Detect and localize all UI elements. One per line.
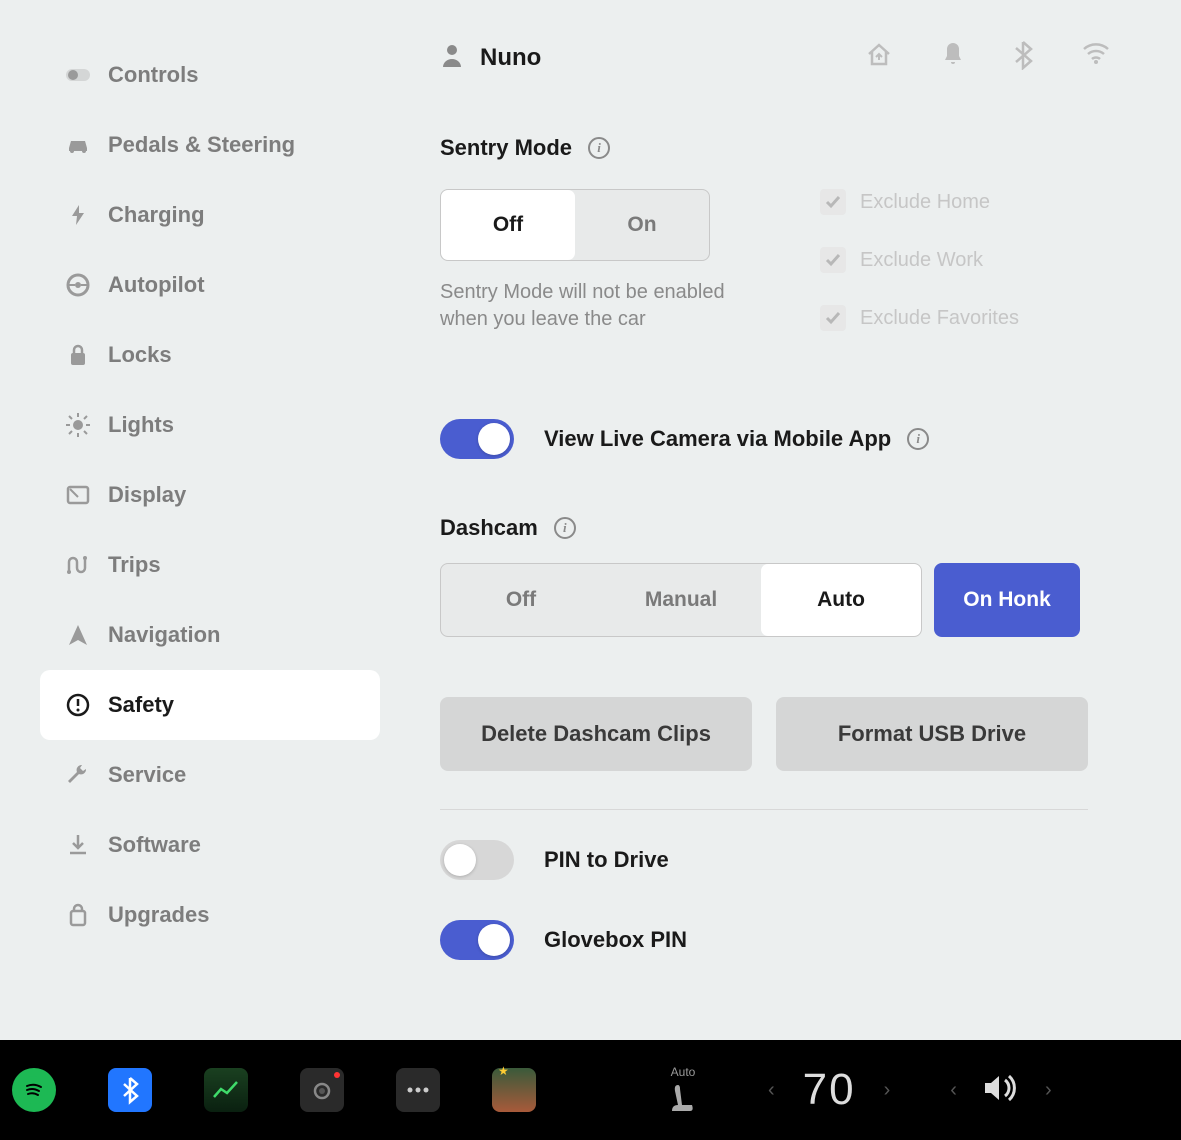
dashcam-actions: Delete Dashcam Clips Format USB Drive xyxy=(440,697,1141,771)
sentry-mode-title: Sentry Mode i xyxy=(440,135,1141,161)
volume-control: ‹ › xyxy=(950,1072,1051,1109)
sidebar-item-display[interactable]: Display xyxy=(40,460,380,530)
bell-icon[interactable] xyxy=(941,40,965,75)
sidebar-item-upgrades[interactable]: Upgrades xyxy=(40,880,380,950)
sidebar-item-safety[interactable]: Safety xyxy=(40,670,380,740)
wifi-icon[interactable] xyxy=(1081,40,1111,75)
sidebar-item-label: Lights xyxy=(108,412,174,438)
homelink-icon[interactable] xyxy=(865,40,893,75)
sentry-off-button[interactable]: Off xyxy=(441,190,575,260)
sidebar-item-lights[interactable]: Lights xyxy=(40,390,380,460)
bluetooth-app-icon[interactable] xyxy=(108,1068,152,1112)
header-row: Nuno xyxy=(440,40,1141,75)
glovebox-pin-row: Glovebox PIN xyxy=(440,920,1141,960)
lock-icon xyxy=(62,343,94,367)
pin-to-drive-toggle[interactable] xyxy=(440,840,514,880)
bolt-icon xyxy=(62,203,94,227)
sidebar-item-label: Software xyxy=(108,832,201,858)
delete-dashcam-button[interactable]: Delete Dashcam Clips xyxy=(440,697,752,771)
volume-down-button[interactable]: ‹ xyxy=(950,1079,957,1102)
divider xyxy=(440,809,1088,810)
sidebar-item-label: Safety xyxy=(108,692,174,718)
seat-icon xyxy=(668,1081,698,1115)
car-icon xyxy=(62,136,94,154)
download-icon xyxy=(62,833,94,857)
glovebox-pin-toggle[interactable] xyxy=(440,920,514,960)
sidebar-item-charging[interactable]: Charging xyxy=(40,180,380,250)
bluetooth-icon[interactable] xyxy=(1013,40,1033,75)
trips-icon xyxy=(62,554,94,576)
sidebar-item-service[interactable]: Service xyxy=(40,740,380,810)
info-icon[interactable]: i xyxy=(554,517,576,539)
exclude-home-checkbox[interactable]: Exclude Home xyxy=(820,189,1019,215)
nav-icon xyxy=(62,623,94,647)
sidebar-item-label: Upgrades xyxy=(108,902,209,928)
more-apps-icon[interactable] xyxy=(396,1068,440,1112)
camera-app-icon[interactable] xyxy=(300,1068,344,1112)
toybox-app-icon[interactable] xyxy=(492,1068,536,1112)
check-icon xyxy=(820,305,846,331)
display-icon xyxy=(62,485,94,505)
dashcam-manual-button[interactable]: Manual xyxy=(601,564,761,636)
speaker-icon[interactable] xyxy=(981,1072,1021,1109)
seat-heater-button[interactable]: Auto xyxy=(668,1065,698,1115)
exclude-favorites-checkbox[interactable]: Exclude Favorites xyxy=(820,305,1019,331)
sidebar-item-label: Service xyxy=(108,762,186,788)
sidebar-item-label: Autopilot xyxy=(108,272,205,298)
sidebar: Controls Pedals & Steering Charging Auto… xyxy=(40,30,380,1040)
dashcam-title: Dashcam i xyxy=(440,515,1141,541)
sidebar-item-trips[interactable]: Trips xyxy=(40,530,380,600)
volume-up-button[interactable]: › xyxy=(1045,1079,1052,1102)
sidebar-item-software[interactable]: Software xyxy=(40,810,380,880)
sidebar-item-locks[interactable]: Locks xyxy=(40,320,380,390)
sentry-on-button[interactable]: On xyxy=(575,190,709,260)
sidebar-item-label: Locks xyxy=(108,342,172,368)
temperature-value[interactable]: 70 xyxy=(803,1065,856,1115)
sidebar-item-pedals-steering[interactable]: Pedals & Steering xyxy=(40,110,380,180)
dashcam-on-honk-button[interactable]: On Honk xyxy=(934,563,1080,637)
info-icon[interactable]: i xyxy=(588,137,610,159)
bag-icon xyxy=(62,903,94,927)
exclude-work-checkbox[interactable]: Exclude Work xyxy=(820,247,1019,273)
check-icon xyxy=(820,189,846,215)
sidebar-item-navigation[interactable]: Navigation xyxy=(40,600,380,670)
pin-to-drive-row: PIN to Drive xyxy=(440,840,1141,880)
sidebar-item-autopilot[interactable]: Autopilot xyxy=(40,250,380,320)
sidebar-item-label: Trips xyxy=(108,552,161,578)
wrench-icon xyxy=(62,763,94,787)
sidebar-item-label: Charging xyxy=(108,202,205,228)
toggle-icon xyxy=(62,66,94,84)
dashcam-segment-row: Off Manual Auto On Honk xyxy=(440,563,1141,637)
sentry-mode-segment: Off On xyxy=(440,189,710,261)
sidebar-item-label: Controls xyxy=(108,62,198,88)
live-camera-row: View Live Camera via Mobile App i xyxy=(440,419,1141,459)
live-camera-toggle[interactable] xyxy=(440,419,514,459)
light-icon xyxy=(62,412,94,438)
sidebar-item-label: Navigation xyxy=(108,622,220,648)
profile-name: Nuno xyxy=(480,44,541,72)
sidebar-item-controls[interactable]: Controls xyxy=(40,40,380,110)
sentry-note: Sentry Mode will not be enabled when you… xyxy=(440,279,750,333)
temperature-control: ‹ 70 › xyxy=(768,1065,890,1115)
temp-up-button[interactable]: › xyxy=(884,1079,891,1102)
dashcam-segment: Off Manual Auto xyxy=(440,563,922,637)
header-icons xyxy=(865,40,1111,75)
alert-icon xyxy=(62,693,94,717)
profile-button[interactable]: Nuno xyxy=(440,42,541,73)
check-icon xyxy=(820,247,846,273)
spotify-app-icon[interactable] xyxy=(12,1068,56,1112)
sentry-exclude-list: Exclude Home Exclude Work Exclude Favori… xyxy=(820,189,1019,363)
temp-down-button[interactable]: ‹ xyxy=(768,1079,775,1102)
dashcam-auto-button[interactable]: Auto xyxy=(761,564,921,636)
wheel-icon xyxy=(62,273,94,297)
person-icon xyxy=(440,42,464,73)
content: Nuno Sentry Mode i xyxy=(380,30,1141,1040)
dashcam-off-button[interactable]: Off xyxy=(441,564,601,636)
info-icon[interactable]: i xyxy=(907,428,929,450)
format-usb-button[interactable]: Format USB Drive xyxy=(776,697,1088,771)
sidebar-item-label: Pedals & Steering xyxy=(108,132,295,158)
bottom-bar: Auto ‹ 70 › ‹ › xyxy=(0,1040,1181,1140)
sidebar-item-label: Display xyxy=(108,482,186,508)
stocks-app-icon[interactable] xyxy=(204,1068,248,1112)
